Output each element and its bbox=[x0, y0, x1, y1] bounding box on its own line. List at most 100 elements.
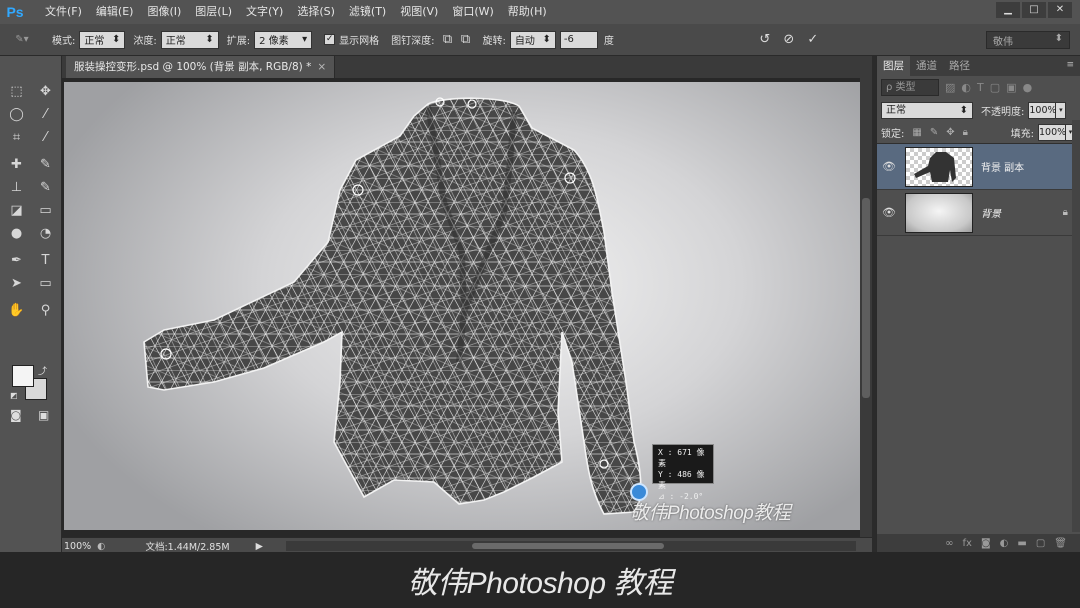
minimize-button[interactable]: ▁ bbox=[996, 2, 1020, 18]
healing-brush-tool-icon[interactable]: ✚ bbox=[2, 153, 31, 176]
panel-scrollbar[interactable] bbox=[1072, 120, 1080, 532]
move-tool-icon[interactable]: ✥ bbox=[31, 80, 60, 103]
layer-row-background-copy[interactable]: 👁︎ 背景 副本 bbox=[877, 144, 1080, 190]
adjustment-filter-icon[interactable]: ◐ bbox=[961, 81, 971, 94]
eraser-tool-icon[interactable]: ◪ bbox=[2, 199, 31, 222]
lock-pixels-icon[interactable]: ✎ bbox=[930, 127, 938, 138]
blend-mode-select[interactable]: 正常 ⬍ bbox=[881, 101, 973, 119]
hand-tool-icon[interactable]: ✋ bbox=[2, 299, 31, 322]
menu-layer[interactable]: 图层(L) bbox=[188, 0, 239, 24]
document-tab[interactable]: 服装操控变形.psd @ 100% (背景 副本, RGB/8) * × bbox=[66, 56, 336, 78]
vertical-scroll-thumb[interactable] bbox=[862, 198, 870, 398]
layer-name[interactable]: 背景 副本 bbox=[981, 159, 1024, 174]
eyedropper-tool-icon[interactable]: ⁄ bbox=[31, 126, 60, 149]
reset-pins-icon[interactable]: ↺ bbox=[756, 31, 774, 49]
document-tab-title: 服装操控变形.psd @ 100% (背景 副本, RGB/8) * bbox=[74, 61, 312, 73]
swap-colors-icon[interactable]: ⤴ bbox=[38, 364, 47, 377]
commit-check-icon[interactable]: ✓ bbox=[804, 31, 822, 49]
visibility-eye-icon[interactable]: 👁︎ bbox=[877, 206, 901, 219]
maximize-button[interactable]: □ bbox=[1022, 2, 1046, 18]
menu-type[interactable]: 文字(Y) bbox=[239, 0, 290, 24]
smart-object-filter-icon[interactable]: ▣ bbox=[1006, 81, 1016, 94]
tab-channels[interactable]: 通道 bbox=[910, 56, 943, 76]
zoom-level[interactable]: 100% bbox=[62, 541, 97, 552]
close-button[interactable]: ✕ bbox=[1048, 2, 1072, 18]
tab-layers[interactable]: 图层 bbox=[877, 56, 910, 76]
tab-paths[interactable]: 路径 bbox=[943, 56, 976, 76]
menu-edit[interactable]: 编辑(E) bbox=[89, 0, 141, 24]
zoom-tool-icon[interactable]: ⚲ bbox=[31, 299, 60, 322]
fill-input[interactable]: 100% bbox=[1038, 124, 1066, 141]
angle-input[interactable]: -6 bbox=[559, 30, 598, 49]
jacket-mesh-image[interactable] bbox=[64, 82, 860, 530]
menu-window[interactable]: 窗口(W) bbox=[445, 0, 500, 24]
screen-mode-icon[interactable]: ▣ bbox=[38, 408, 49, 422]
show-mesh-checkbox[interactable]: ✓ bbox=[324, 34, 336, 45]
pin-depth-forward-icon[interactable]: ⧉ bbox=[439, 31, 457, 49]
opacity-dropdown-icon[interactable]: ▾ bbox=[1056, 101, 1067, 119]
close-tab-icon[interactable]: × bbox=[317, 61, 326, 73]
lock-transparent-icon[interactable]: ▦ bbox=[912, 127, 921, 138]
layer-filter-select[interactable]: ρ 类型 bbox=[881, 78, 939, 96]
delete-layer-icon[interactable]: 🗑︎ bbox=[1054, 538, 1067, 549]
lasso-tool-icon[interactable]: ◯ bbox=[2, 103, 31, 126]
quick-select-tool-icon[interactable]: ⁄ bbox=[31, 103, 60, 126]
photoshop-logo[interactable]: Ps bbox=[0, 0, 30, 24]
new-group-icon[interactable]: ▬ bbox=[1017, 538, 1026, 549]
menu-view[interactable]: 视图(V) bbox=[393, 0, 445, 24]
path-select-tool-icon[interactable]: ➤ bbox=[2, 272, 31, 295]
brush-tool-icon[interactable]: ✎ bbox=[31, 153, 60, 176]
filter-toggle-icon[interactable]: ● bbox=[1023, 81, 1033, 94]
pen-tool-icon[interactable]: ✒ bbox=[2, 249, 31, 272]
menu-image[interactable]: 图像(I) bbox=[140, 0, 188, 24]
marquee-tool-icon[interactable]: ⬚ bbox=[2, 80, 31, 103]
horizontal-scroll-thumb[interactable] bbox=[472, 543, 664, 549]
dodge-tool-icon[interactable]: ◔ bbox=[31, 222, 60, 245]
history-brush-tool-icon[interactable]: ✎ bbox=[31, 176, 60, 199]
expand-select[interactable]: 2 像素 ▾ bbox=[254, 30, 313, 49]
blur-tool-icon[interactable]: ● bbox=[2, 222, 31, 245]
puppet-warp-tool-preset-icon[interactable]: ✎▾ bbox=[0, 28, 44, 52]
new-layer-icon[interactable]: ▢ bbox=[1036, 538, 1045, 549]
foreground-color-swatch[interactable] bbox=[12, 365, 34, 387]
menu-file[interactable]: 文件(F) bbox=[38, 0, 89, 24]
shape-filter-icon[interactable]: ▢ bbox=[990, 81, 1000, 94]
cancel-icon[interactable]: ⊘ bbox=[780, 31, 798, 49]
density-select[interactable]: 正常 ⬍ bbox=[160, 30, 219, 49]
lock-position-icon[interactable]: ✥ bbox=[946, 127, 954, 138]
chevron-down-icon: ▾ bbox=[302, 34, 308, 45]
adjustment-layer-icon[interactable]: ◐ bbox=[1000, 538, 1009, 549]
panel-menu-icon[interactable]: ≡ bbox=[1066, 60, 1074, 70]
type-filter-icon[interactable]: T bbox=[977, 81, 984, 94]
link-layers-icon[interactable]: ∞ bbox=[945, 538, 953, 549]
clone-stamp-tool-icon[interactable]: ⊥ bbox=[2, 176, 31, 199]
crop-tool-icon[interactable]: ⌗ bbox=[2, 126, 31, 149]
status-menu-arrow-icon[interactable]: ▶ bbox=[256, 541, 263, 552]
pin-depth-backward-icon[interactable]: ⧉ bbox=[457, 31, 475, 49]
horizontal-scrollbar[interactable] bbox=[286, 541, 856, 551]
workspace-select[interactable]: 敬伟 ⬍ bbox=[986, 31, 1070, 49]
pixel-filter-icon[interactable]: ▨ bbox=[945, 81, 955, 94]
vertical-scrollbar[interactable] bbox=[860, 78, 872, 537]
lock-all-icon[interactable]: 🔒︎ bbox=[963, 127, 968, 138]
layer-row-background[interactable]: 👁︎ 背景 🔒︎ bbox=[877, 190, 1080, 236]
quick-mask-icon[interactable]: ◙ bbox=[10, 408, 22, 422]
lock-label: 锁定: bbox=[881, 129, 905, 140]
rectangle-tool-icon[interactable]: ▭ bbox=[31, 272, 60, 295]
lock-row: 锁定: ▦ ✎ ✥ 🔒︎ 填充: 100% ▾ bbox=[877, 122, 1080, 144]
mode-select[interactable]: 正常 ⬍ bbox=[79, 30, 126, 49]
opacity-input[interactable]: 100% bbox=[1028, 101, 1057, 119]
visibility-eye-icon[interactable]: 👁︎ bbox=[877, 160, 901, 173]
layer-style-icon[interactable]: fx bbox=[963, 538, 972, 549]
default-colors-icon[interactable]: ◩ bbox=[10, 391, 18, 400]
add-mask-icon[interactable]: ◙ bbox=[981, 538, 991, 549]
document-canvas[interactable]: X : 671 像素 Y : 486 像素 ⊿ : -2.0° 敬伟Photos… bbox=[64, 82, 860, 530]
menu-help[interactable]: 帮助(H) bbox=[501, 0, 554, 24]
layer-name[interactable]: 背景 bbox=[981, 205, 1001, 220]
status-info-icon[interactable]: ◐ bbox=[97, 541, 105, 552]
type-tool-icon[interactable]: T bbox=[31, 249, 60, 272]
menu-select[interactable]: 选择(S) bbox=[290, 0, 342, 24]
rotate-select[interactable]: 自动 ⬍ bbox=[509, 30, 556, 49]
menu-filter[interactable]: 滤镜(T) bbox=[342, 0, 393, 24]
gradient-tool-icon[interactable]: ▭ bbox=[31, 199, 60, 222]
